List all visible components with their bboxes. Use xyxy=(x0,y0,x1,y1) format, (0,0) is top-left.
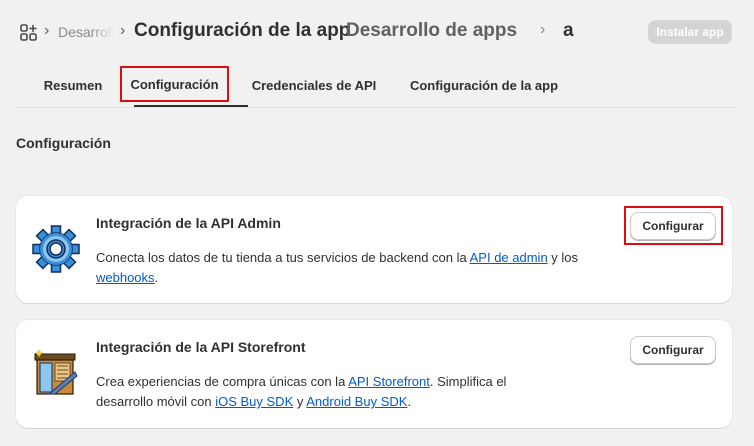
desc-text: y los xyxy=(547,250,579,265)
desc-text: . xyxy=(154,270,159,285)
card-title: Integración de la API Storefront xyxy=(96,339,306,355)
android-buy-sdk-link[interactable]: Android Buy SDK xyxy=(306,394,407,409)
tab-configuracion[interactable]: Configuración xyxy=(120,66,229,102)
configure-storefront-api-button[interactable]: Configurar xyxy=(630,336,716,364)
storefront-icon xyxy=(31,348,81,398)
breadcrumb-separator: › xyxy=(540,21,546,38)
tab-configuracion-app[interactable]: Configuración de la app xyxy=(400,64,568,107)
page-header: › Desarrollo de apps › Configuración de … xyxy=(0,0,754,64)
install-app-button[interactable]: Instalar app xyxy=(648,20,732,44)
tab-credenciales-api[interactable]: Credenciales de API xyxy=(242,64,386,107)
breadcrumb-link-truncated[interactable]: Desarrollo de apps xyxy=(58,24,114,40)
desc-text: Crea experiencias de compra únicas con l… xyxy=(96,374,349,389)
gear-icon xyxy=(31,224,81,274)
section-title: Configuración xyxy=(16,135,111,151)
breadcrumb-separator: › xyxy=(120,22,126,39)
tab-resumen[interactable]: Resumen xyxy=(24,64,122,107)
active-tab-indicator xyxy=(134,105,248,107)
desc-text: . xyxy=(407,394,412,409)
ios-buy-sdk-link[interactable]: iOS Buy SDK xyxy=(215,394,293,409)
apps-grid-icon[interactable] xyxy=(20,24,38,42)
tab-bar: Resumen Configuración Credenciales de AP… xyxy=(16,64,738,108)
desc-text: y xyxy=(293,394,307,409)
card-description: Crea experiencias de compra únicas con l… xyxy=(96,372,566,412)
breadcrumb-dev-apps[interactable]: Desarrollo de apps xyxy=(346,20,517,42)
webhooks-link[interactable]: webhooks xyxy=(96,270,155,285)
card-title: Integración de la API Admin xyxy=(96,215,281,231)
breadcrumb-app-name[interactable]: a xyxy=(563,20,574,42)
desc-text: Conecta los datos de tu tienda a tus ser… xyxy=(96,250,470,265)
storefront-api-link[interactable]: API Storefront xyxy=(348,374,430,389)
card-description: Conecta los datos de tu tienda a tus ser… xyxy=(96,248,606,288)
breadcrumb-separator: › xyxy=(44,22,50,39)
page-title: Configuración de la app xyxy=(134,20,351,41)
configure-admin-api-button[interactable]: Configurar xyxy=(630,212,716,240)
storefront-api-card: Integración de la API Storefront Crea ex… xyxy=(16,320,732,428)
admin-api-link[interactable]: API de admin xyxy=(470,250,548,265)
admin-api-card: Integración de la API Admin Conecta los … xyxy=(16,196,732,303)
